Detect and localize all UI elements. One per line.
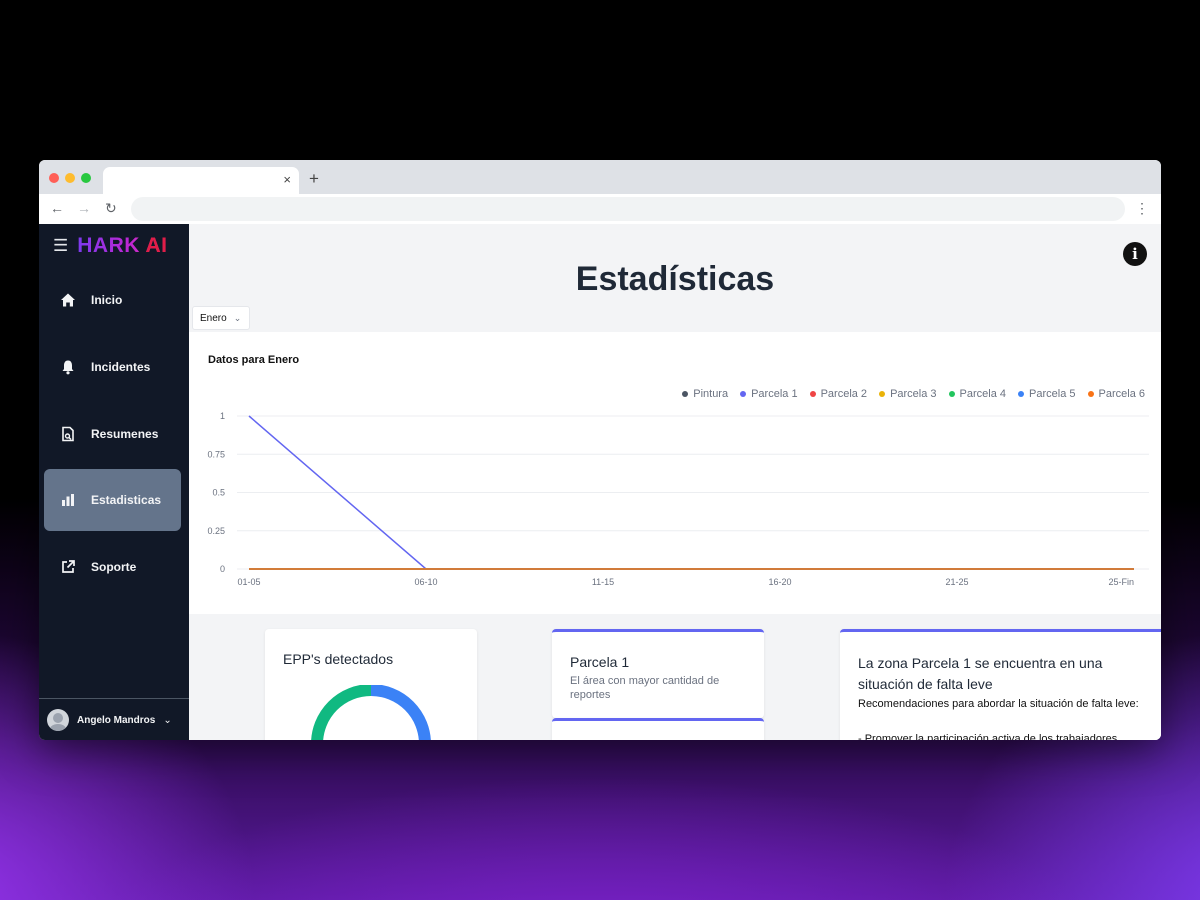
zona-card: La zona Parcela 1 se encuentra en una si… <box>840 629 1161 740</box>
y-tick-label: 0.75 <box>207 449 225 459</box>
new-tab-icon[interactable]: + <box>309 169 319 189</box>
epp-card-title: EPP's detectados <box>283 651 394 667</box>
document-icon <box>62 426 74 442</box>
forward-arrow-icon[interactable]: → <box>77 200 91 216</box>
secondary-card <box>552 718 764 740</box>
chevron-down-icon: ⌄ <box>233 312 242 323</box>
legend-dot-icon <box>1087 391 1094 397</box>
y-tick-label: 0 <box>220 564 225 574</box>
parcela-card: Parcela 1 El área con mayor cantidad de … <box>552 629 764 718</box>
x-tick-label: 25-Fin <box>1108 577 1134 587</box>
page-title: Estadísticas <box>575 260 775 298</box>
legend-dot-icon <box>682 391 689 397</box>
x-tick-label: 16-20 <box>768 577 791 587</box>
chart-legend: Pintura Parcela 1 Parcela 2 Parcela 3 Parcel… <box>670 388 1145 400</box>
chart-card: Datos para Enero Pintura Parcela 1 Parcela… <box>189 332 1161 614</box>
home-icon <box>61 293 75 307</box>
legend-dot-icon <box>740 391 747 397</box>
tab-close-icon[interactable]: × <box>283 172 291 187</box>
reload-icon[interactable]: ↻ <box>105 200 117 217</box>
parcela-card-title: Parcela 1 <box>570 654 630 670</box>
legend-label: Parcela 1 <box>751 388 798 400</box>
legend-item[interactable]: Parcela 1 <box>740 388 798 400</box>
legend-label: Parcela 2 <box>820 388 868 400</box>
legend-label: Parcela 3 <box>890 388 937 400</box>
sidebar-item-incidentes[interactable]: Incidentes <box>44 336 181 398</box>
external-link-icon <box>62 560 75 573</box>
line-chart: 0 0.25 0.5 0.75 1 01-05 06-10 11-15 16-20 21-25 25… <box>207 411 1149 587</box>
epp-card: EPP's detectados <box>265 629 477 740</box>
logo: HARK AI <box>77 234 167 258</box>
hamburger-menu-icon[interactable]: ☰ <box>53 236 68 256</box>
sidebar-item-inicio[interactable]: Inicio <box>44 269 181 331</box>
logo-row: ☰ HARK AI <box>53 234 167 258</box>
epp-donut-chart <box>311 685 431 740</box>
zona-card-intro: Recomendaciones para abordar la situació… <box>858 698 1139 710</box>
y-tick-label: 1 <box>220 411 225 421</box>
user-menu[interactable]: Angelo Mandros ⌄ <box>39 698 189 740</box>
sidebar-item-label: Inicio <box>91 293 123 307</box>
legend-label: Parcela 6 <box>1098 388 1145 400</box>
sidebar-item-soporte[interactable]: Soporte <box>44 536 181 598</box>
sidebar-item-estadisticas[interactable]: Estadisticas <box>44 469 181 531</box>
main-content: Estadísticas i Enero ⌄ Datos para Enero … <box>189 224 1161 740</box>
minimize-window-dot[interactable] <box>65 173 75 183</box>
browser-tab-bar: × + <box>39 160 1161 194</box>
legend-label: Pintura <box>693 388 729 400</box>
close-window-dot[interactable] <box>49 173 59 183</box>
month-select[interactable]: Enero ⌄ <box>192 306 250 330</box>
y-tick-label: 0.5 <box>212 488 225 498</box>
browser-window: × + ← → ↻ ⋮ ☰ HARK AI Inicio Incidentes … <box>39 160 1161 740</box>
back-arrow-icon[interactable]: ← <box>50 200 64 216</box>
zona-card-bullet: - Promover la participación activa de lo… <box>858 733 1118 740</box>
legend-dot-icon <box>1018 391 1025 397</box>
legend-label: Parcela 4 <box>959 388 1007 400</box>
donut-segment-green <box>311 685 372 740</box>
url-input[interactable] <box>131 197 1125 221</box>
sidebar-item-label: Incidentes <box>91 360 151 374</box>
legend-dot-icon <box>809 391 816 397</box>
legend-item[interactable]: Parcela 2 <box>809 388 868 400</box>
browser-tab[interactable]: × <box>103 167 299 194</box>
sidebar-item-resumenes[interactable]: Resumenes <box>44 403 181 465</box>
x-tick-label: 01-05 <box>237 577 260 587</box>
bell-icon <box>62 360 74 375</box>
info-icon[interactable]: i <box>1123 242 1147 266</box>
x-tick-label: 21-25 <box>945 577 968 587</box>
legend-dot-icon <box>948 391 955 397</box>
address-bar: ← → ↻ ⋮ <box>39 194 1161 225</box>
avatar <box>47 709 69 731</box>
parcela-card-subtitle: El área con mayor cantidad de reportes <box>570 675 720 701</box>
chart-title: Datos para Enero <box>208 354 300 366</box>
legend-item[interactable]: Parcela 6 <box>1087 388 1145 400</box>
sidebar-item-label: Soporte <box>91 560 137 574</box>
legend-item[interactable]: Parcela 3 <box>879 388 937 400</box>
user-name: Angelo Mandros <box>77 714 156 726</box>
legend-item[interactable]: Parcela 4 <box>948 388 1007 400</box>
legend-label: Parcela 5 <box>1029 388 1076 400</box>
sidebar-item-label: Estadisticas <box>91 493 162 507</box>
zona-card-title: La zona Parcela 1 se encuentra en una si… <box>858 655 1103 692</box>
month-select-value: Enero <box>200 312 227 324</box>
bar-chart-icon <box>62 494 74 506</box>
sidebar: ☰ HARK AI Inicio Incidentes Resumenes Es… <box>39 224 189 740</box>
maximize-window-dot[interactable] <box>81 173 91 183</box>
chevron-down-icon: ⌄ <box>163 714 172 726</box>
logo-main-text: HARK <box>77 234 140 257</box>
legend-dot-icon <box>879 391 886 397</box>
legend-item[interactable]: Parcela 5 <box>1018 388 1076 400</box>
browser-menu-icon[interactable]: ⋮ <box>1135 200 1149 217</box>
y-tick-label: 0.25 <box>207 526 225 536</box>
sidebar-item-label: Resumenes <box>91 427 159 441</box>
logo-ai-text: AI <box>145 234 168 257</box>
donut-segment-blue <box>370 685 431 740</box>
x-tick-label: 06-10 <box>414 577 437 587</box>
x-tick-label: 11-15 <box>592 577 614 587</box>
legend-item[interactable]: Pintura <box>682 388 728 400</box>
